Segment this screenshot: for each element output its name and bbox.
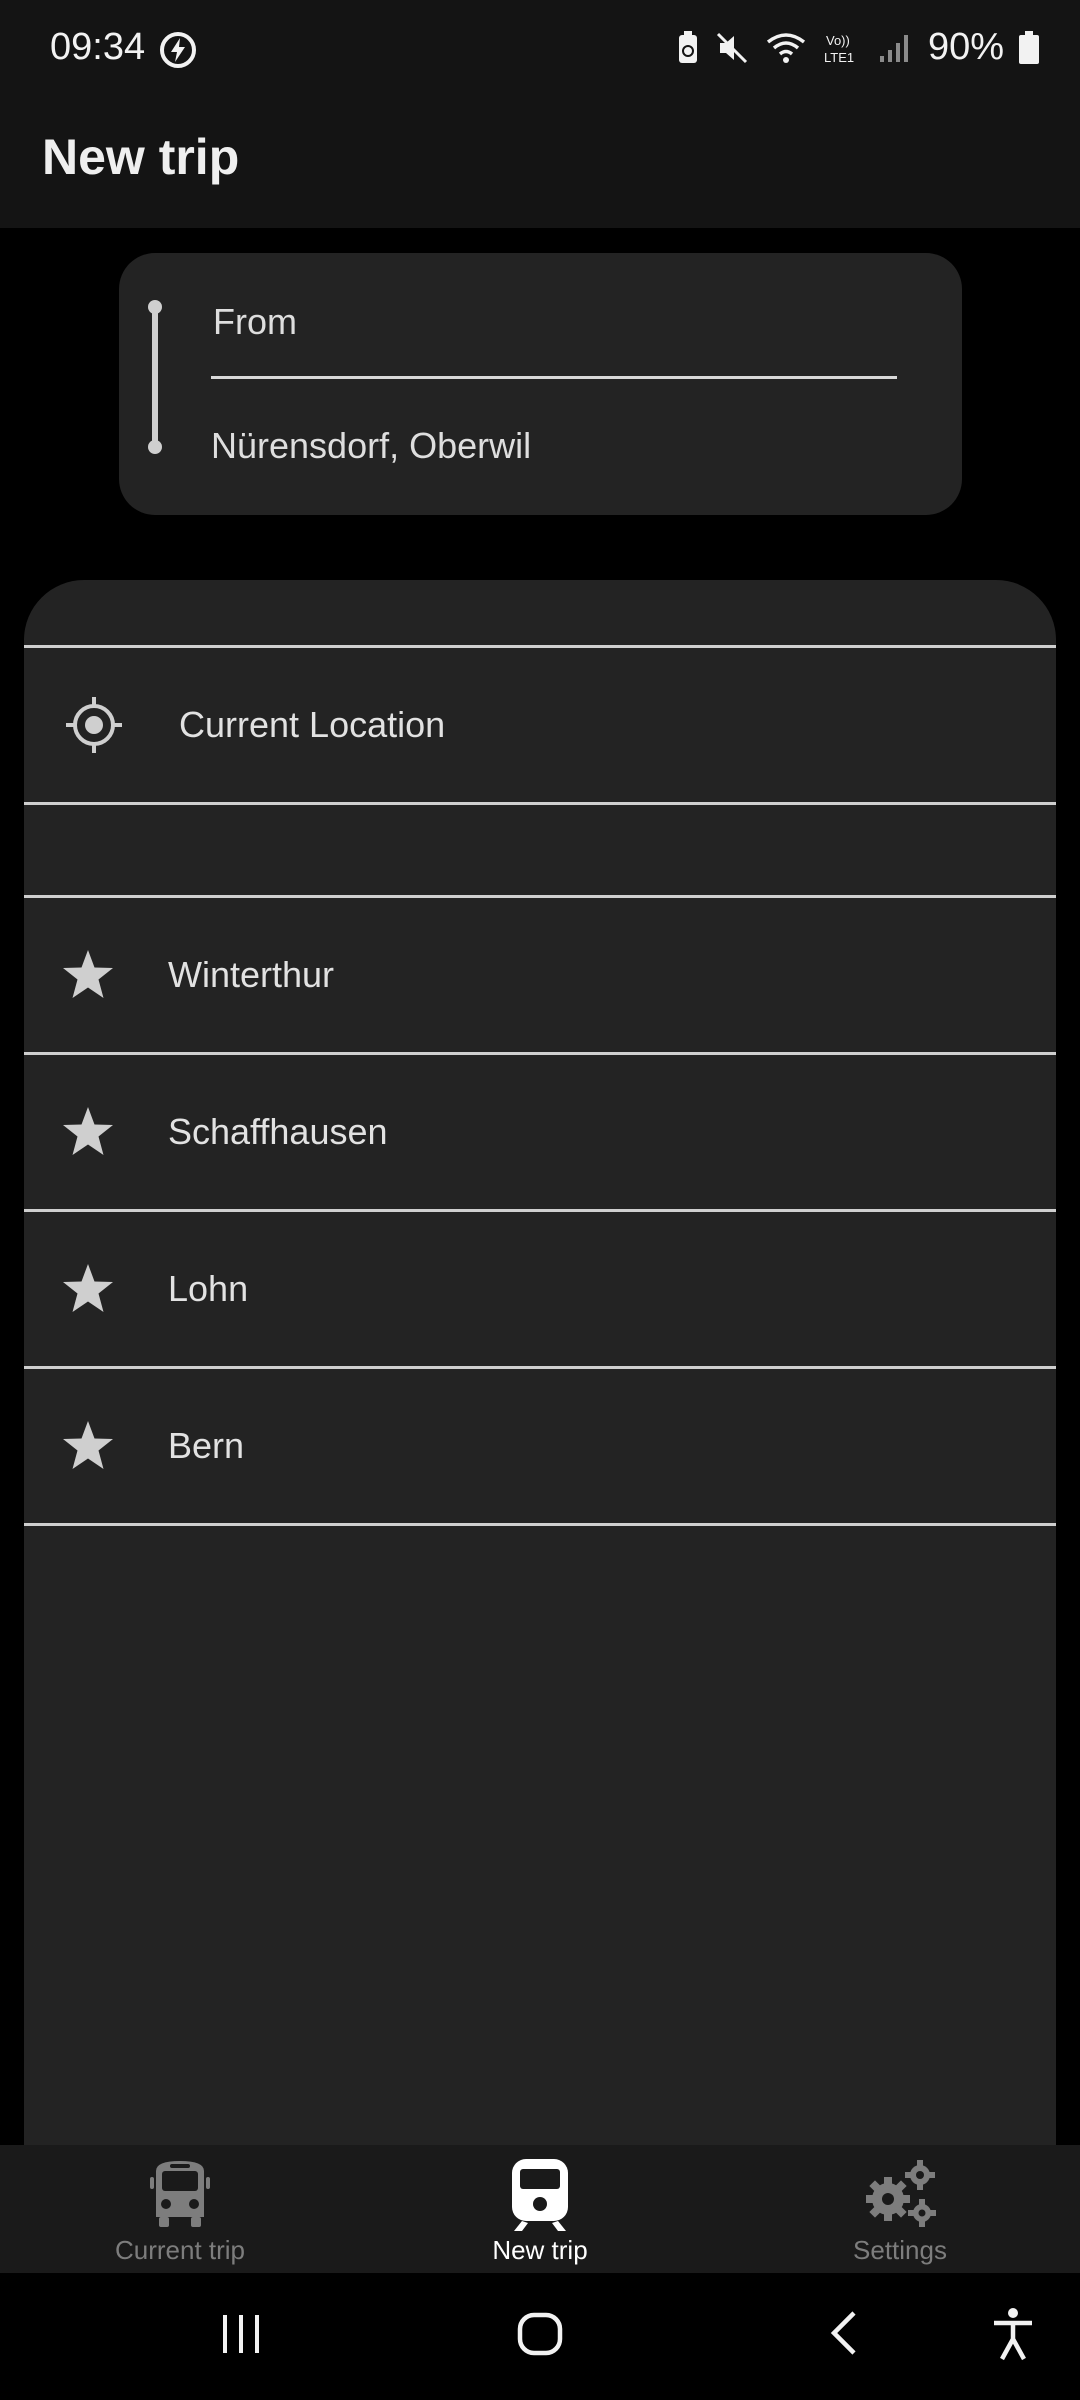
nav-settings[interactable]: Settings	[720, 2145, 1080, 2273]
home-icon[interactable]	[516, 2303, 564, 2363]
from-input[interactable]: From	[211, 293, 897, 379]
status-time: 09:34	[50, 26, 146, 68]
svg-text:Vo)): Vo))	[826, 33, 850, 48]
favorite-label: Schaffhausen	[168, 1111, 388, 1152]
list-divider-row	[24, 805, 1056, 898]
nav-new-trip[interactable]: New trip	[360, 2145, 720, 2273]
bottom-nav: Current trip New trip Settings	[0, 2145, 1080, 2273]
bus-icon	[150, 2161, 210, 2227]
favorite-label: Winterthur	[168, 954, 335, 995]
favorite-item-lohn[interactable]: Lohn	[24, 1212, 1056, 1369]
suggestions-sheet: Current Location Winterthur Schaffhausen…	[24, 580, 1056, 2150]
star-icon	[63, 950, 113, 998]
train-icon	[512, 2159, 568, 2231]
signal-icon	[879, 34, 908, 62]
mute-icon	[716, 32, 747, 63]
current-location-item[interactable]: Current Location	[24, 648, 1056, 805]
nav-label: Current trip	[114, 2235, 246, 2265]
nav-label: Settings	[853, 2235, 947, 2265]
favorite-item-winterthur[interactable]: Winterthur	[24, 898, 1056, 1055]
page-title: New trip	[42, 129, 240, 185]
favorite-label: Lohn	[168, 1268, 249, 1309]
recent-apps-icon[interactable]	[220, 2303, 262, 2363]
route-line-icon	[148, 300, 162, 454]
status-bar: 09:34 Vo)) LTE1 90%	[0, 0, 1080, 100]
svg-text:LTE1: LTE1	[824, 50, 854, 65]
from-placeholder: From	[213, 301, 297, 342]
gears-icon	[866, 2160, 936, 2227]
route-card: From Nürensdorf, Oberwil	[119, 253, 962, 515]
star-icon	[63, 1421, 113, 1469]
nav-current-trip[interactable]: Current trip	[0, 2145, 360, 2273]
star-icon	[63, 1107, 113, 1155]
screen: 09:34 Vo)) LTE1 90% New trip From Nürens…	[0, 0, 1080, 2400]
star-icon	[63, 1264, 113, 1312]
status-icons: Vo)) LTE1 90%	[676, 26, 1040, 69]
back-icon[interactable]	[826, 2303, 862, 2363]
favorite-item-bern[interactable]: Bern	[24, 1369, 1056, 1526]
volte-lte-icon: Vo)) LTE1	[824, 33, 854, 65]
battery-icon	[1019, 30, 1039, 64]
to-field[interactable]: Nürensdorf, Oberwil	[211, 425, 531, 467]
favorite-item-schaffhausen[interactable]: Schaffhausen	[24, 1055, 1056, 1212]
nav-label: New trip	[492, 2235, 588, 2265]
gps-location-icon	[66, 697, 122, 753]
battery-saver-icon	[678, 30, 697, 63]
current-location-label: Current Location	[179, 704, 446, 745]
battery-percent: 90%	[927, 26, 1004, 68]
sheet-header	[24, 580, 1056, 648]
system-nav-bar	[0, 2273, 1080, 2400]
wifi-icon	[766, 32, 806, 63]
favorite-label: Bern	[168, 1425, 245, 1466]
accessibility-icon[interactable]	[990, 2303, 1036, 2363]
flash-circle-icon	[160, 32, 196, 68]
app-bar: New trip	[0, 100, 1080, 228]
